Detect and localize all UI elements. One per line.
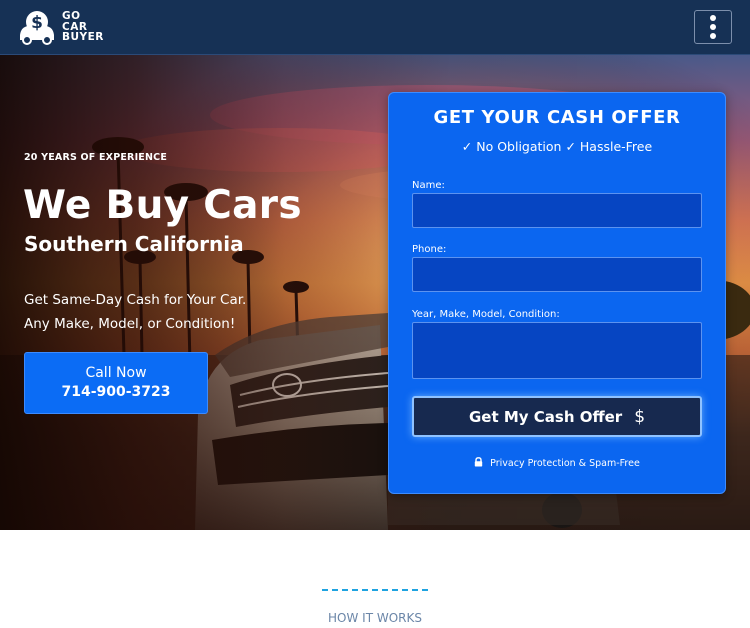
submit-label: Get My Cash Offer xyxy=(468,407,623,426)
how-it-works-heading: HOW IT WORKS xyxy=(328,611,422,625)
privacy-text: Privacy Protection & Spam-Free xyxy=(490,458,640,469)
hero-lead-line-1: Get Same-Day Cash for Your Car. xyxy=(24,292,247,308)
vehicle-label: Year, Make, Model, Condition: xyxy=(412,309,560,320)
call-now-button[interactable]: Call Now 714-900-3723 xyxy=(24,352,208,414)
form-title: GET YOUR CASH OFFER xyxy=(433,107,681,128)
hero-section: 20 YEARS OF EXPERIENCE We Buy Cars South… xyxy=(0,55,750,530)
kebab-menu-icon-dot xyxy=(710,24,716,30)
kebab-menu-icon-dot xyxy=(710,33,716,39)
site-logo[interactable]: $ GO CAR BUYER xyxy=(16,9,116,45)
call-now-label: Call Now xyxy=(85,365,147,381)
form-subtitle: ✓ No Obligation ✓ Hassle-Free xyxy=(461,139,653,154)
hero-lead-text: Get Same-Day Cash for Your Car. Any Make… xyxy=(24,288,274,336)
svg-text:$: $ xyxy=(31,13,43,33)
name-label: Name: xyxy=(412,180,445,191)
site-header: $ GO CAR BUYER xyxy=(0,0,750,55)
get-cash-offer-button[interactable]: Get My Cash Offer $ xyxy=(412,396,702,437)
hero-subtitle: Southern California xyxy=(24,232,244,256)
dollar-icon: $ xyxy=(634,406,646,427)
car-dollar-logo-icon: $ xyxy=(16,9,58,45)
phone-label: Phone: xyxy=(412,244,447,255)
hero-title: We Buy Cars xyxy=(23,183,302,228)
privacy-note: Privacy Protection & Spam-Free xyxy=(389,457,725,470)
hero-lead-line-2: Any Make, Model, or Condition! xyxy=(24,316,236,332)
menu-button[interactable] xyxy=(694,10,732,44)
vehicle-details-textarea[interactable] xyxy=(412,322,702,379)
kebab-menu-icon-dot xyxy=(710,15,716,21)
name-input[interactable] xyxy=(412,193,702,228)
lock-icon xyxy=(474,457,483,470)
logo-line-3: BUYER xyxy=(62,31,104,44)
experience-eyebrow: 20 YEARS OF EXPERIENCE xyxy=(24,152,168,163)
logo-wordmark: GO CAR BUYER xyxy=(62,11,104,43)
cash-offer-form: GET YOUR CASH OFFER ✓ No Obligation ✓ Ha… xyxy=(388,92,726,494)
call-phone-number: 714-900-3723 xyxy=(61,384,171,400)
section-divider xyxy=(322,589,428,591)
phone-input[interactable] xyxy=(412,257,702,292)
